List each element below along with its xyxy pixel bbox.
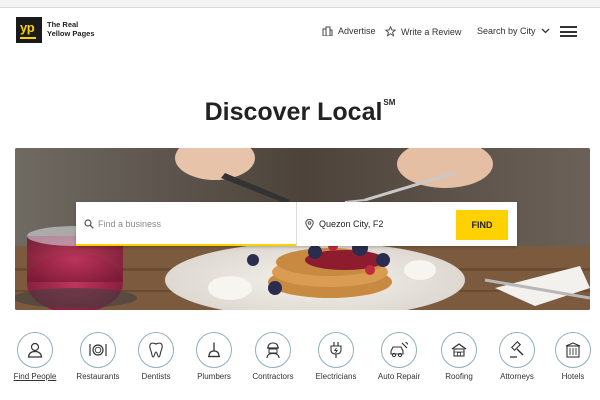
search-by-city-dropdown[interactable]: Search by City: [477, 26, 550, 36]
site-header: yp The Real Yellow Pages Advertise Write…: [0, 9, 600, 51]
tooth-icon: [149, 342, 163, 358]
category-icon-ring: [555, 332, 591, 368]
business-search-input[interactable]: [98, 212, 288, 236]
category-contractors[interactable]: Contractors: [238, 332, 308, 381]
category-icon-ring: [196, 332, 232, 368]
write-review-link[interactable]: Write a Review: [385, 26, 461, 37]
car-wrench-icon: [390, 341, 409, 358]
category-icon-ring: [441, 332, 477, 368]
category-icon-ring: [138, 332, 174, 368]
house-roof-icon: [451, 343, 467, 357]
gavel-icon: [510, 341, 524, 358]
business-search-field: [76, 202, 296, 246]
building-icon: [322, 26, 333, 36]
location-pin-icon: [305, 219, 314, 230]
star-icon: [385, 26, 396, 37]
advertise-link[interactable]: Advertise: [322, 26, 376, 36]
menu-icon[interactable]: [560, 26, 577, 37]
brand-name[interactable]: The Real Yellow Pages: [47, 20, 95, 38]
search-bar: FIND: [76, 202, 517, 246]
logo-text: yp: [20, 20, 35, 35]
yp-logo[interactable]: yp: [16, 17, 42, 43]
plug-icon: [330, 342, 342, 358]
category-electricians[interactable]: Electricians: [301, 332, 371, 381]
category-icon-ring: [80, 332, 116, 368]
browser-top-strip: [0, 0, 600, 8]
plate-utensils-icon: [89, 344, 107, 356]
category-icon-ring: [17, 332, 53, 368]
category-icon-ring: [499, 332, 535, 368]
category-icon-ring: [255, 332, 291, 368]
write-review-label: Write a Review: [401, 26, 462, 37]
person-icon: [27, 342, 43, 358]
category-label: Find People: [13, 372, 57, 381]
page-title-text: Discover Local: [204, 98, 383, 126]
search-icon: [84, 219, 94, 229]
chevron-down-icon: [541, 28, 549, 34]
service-mark: SM: [383, 98, 396, 107]
category-hotels[interactable]: Hotels: [538, 332, 600, 381]
hotel-icon: [565, 342, 581, 358]
category-label: Hotels: [561, 372, 585, 381]
page-title: Discover LocalSM: [0, 98, 600, 127]
logo-underline: [20, 37, 36, 39]
category-find-people[interactable]: Find People: [0, 332, 70, 381]
category-label: Electricians: [315, 372, 357, 381]
find-button[interactable]: FIND: [456, 210, 508, 240]
category-label: Contractors: [252, 372, 294, 381]
location-input[interactable]: [319, 212, 451, 236]
brand-line-1: The Real: [47, 20, 79, 29]
search-by-city-label: Search by City: [477, 26, 536, 36]
category-icon-ring: [381, 332, 417, 368]
location-field: [296, 202, 456, 246]
brand-line-2: Yellow Pages: [47, 29, 95, 38]
category-shortcuts: Find People Restaurants Dentists Plumber…: [0, 332, 600, 392]
plunger-icon: [208, 342, 220, 358]
category-icon-ring: [318, 332, 354, 368]
advertise-label: Advertise: [338, 26, 376, 36]
worker-icon: [266, 342, 280, 359]
